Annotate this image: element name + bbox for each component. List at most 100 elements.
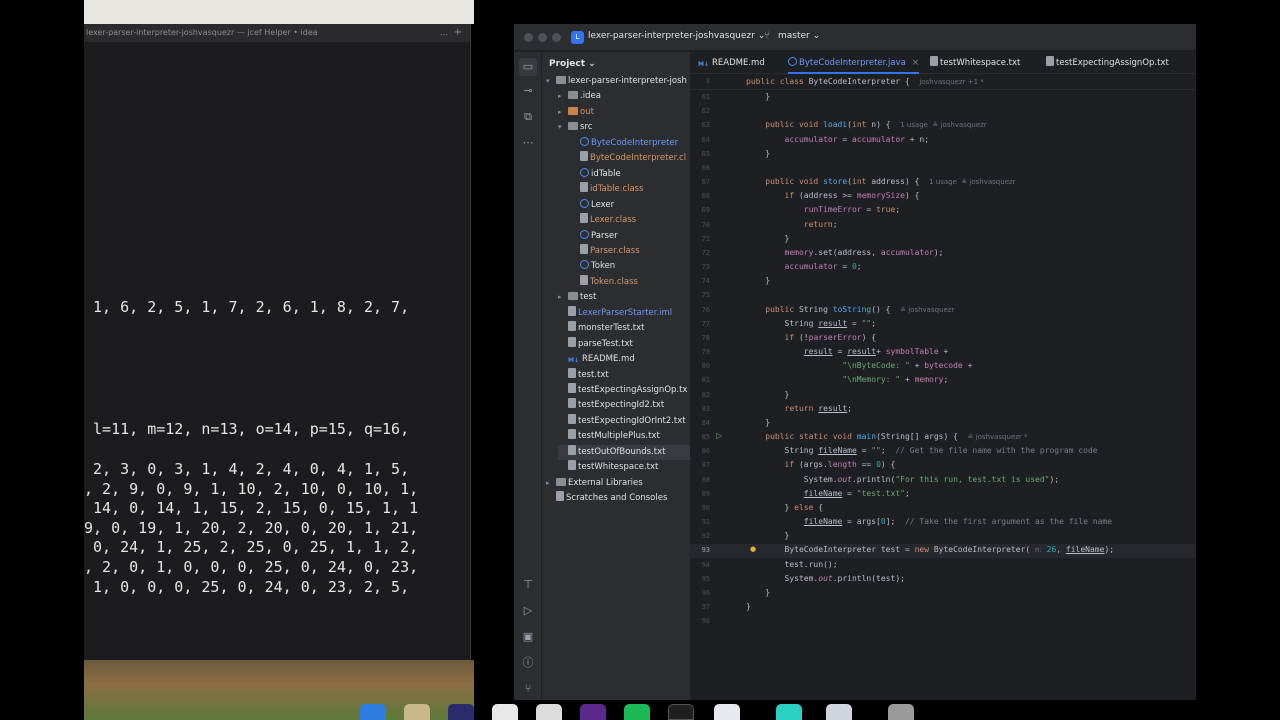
code-line[interactable]: String fileName = ""; // Get the file na… [746,446,1098,455]
tree-item[interactable]: M↓ README.md [558,352,690,367]
code-line[interactable]: System.out.println("For this run, test.t… [746,475,1059,484]
tree-item[interactable]: testOutOfBounds.txt [558,444,690,460]
structure-tool-icon[interactable]: ⧉ [521,110,535,124]
code-line[interactable]: } else { [746,503,824,512]
tree-item[interactable]: idTable [570,167,690,182]
chevron-down-icon[interactable]: ▾ [558,120,568,135]
sticky-header[interactable]: 3 public class ByteCodeInterpreter { jos… [690,74,1196,90]
code-line[interactable]: return; [746,220,838,229]
terminal-menu-icon[interactable]: ... [440,24,448,42]
code-line[interactable]: fileName = args[0]; // Take the first ar… [746,517,1112,526]
window-minimize-button[interactable] [538,33,547,42]
code-line[interactable]: } [746,234,790,243]
code-editor[interactable]: 3 public class ByteCodeInterpreter { jos… [690,74,1196,700]
ide-window[interactable]: L lexer-parser-interpreter-joshvasquezr … [514,24,1196,700]
tree-item[interactable]: testExpectingIdOrInt2.txt [558,413,690,429]
project-selector[interactable]: lexer-parser-interpreter-joshvasquezr ⌄ [588,31,765,41]
code-line[interactable]: } [746,418,770,427]
tree-item[interactable]: Lexer [570,198,690,213]
code-line[interactable]: runTimeError = true; [746,205,900,214]
tree-item[interactable]: ByteCodeInterpreter [570,136,690,151]
code-line[interactable]: public static void main(String[] args) {… [746,432,1027,441]
branch-selector[interactable]: master ⌄ [778,31,820,41]
tree-item[interactable]: idTable.class [570,182,690,197]
code-line[interactable]: public void store(int address) { 1 usage… [746,177,1015,186]
code-line[interactable]: if (!parserError) { [746,333,877,342]
chrome-icon[interactable] [714,704,740,720]
code-line[interactable]: System.out.println(test); [746,574,905,583]
terminal-titlebar[interactable]: lexer-parser-interpreter-joshvasquezr — … [84,24,470,42]
project-tool-icon[interactable]: ▭ [519,58,537,76]
more-tools-icon[interactable]: ⋯ [521,136,535,150]
terminal-window[interactable]: lexer-parser-interpreter-joshvasquezr — … [84,24,471,660]
build-tool-icon[interactable]: ⊤ [521,578,535,592]
code-line[interactable]: accumulator = 0; [746,262,862,271]
tree-item[interactable]: ▸ External Libraries [546,476,690,491]
code-line[interactable]: } [746,92,770,101]
preview-icon[interactable] [536,704,562,720]
window-zoom-button[interactable] [552,33,561,42]
spotify-icon[interactable] [624,704,650,720]
tree-item[interactable]: ▸ .idea [558,89,690,104]
tree-item[interactable]: testExpectingAssignOp.tx [558,383,690,398]
problems-tool-icon[interactable]: ⓘ [521,656,535,670]
terminal-app-icon[interactable] [668,704,694,720]
tree-item[interactable]: ▾ lexer-parser-interpreter-josh [546,74,690,89]
code-line[interactable]: } [746,602,751,611]
app-icon[interactable] [776,704,802,720]
code-line[interactable]: accumulator = accumulator + n; [746,135,930,144]
new-tab-icon[interactable]: + [454,24,462,42]
chevron-right-icon[interactable]: ▸ [546,476,556,491]
run-tool-icon[interactable]: ▷ [521,604,535,618]
project-panel-title[interactable]: Project ⌄ [549,59,596,69]
tree-item[interactable]: Token.class [570,274,690,290]
chevron-right-icon[interactable]: ▸ [558,105,568,120]
commit-tool-icon[interactable]: ⊸ [521,84,535,98]
code-line[interactable]: memory.set(address, accumulator); [746,248,944,257]
tree-item[interactable]: ▸ out [558,105,690,120]
tree-item[interactable]: ▸ test [558,290,690,305]
code-line[interactable]: ByteCodeInterpreter test = new ByteCodeI… [746,545,1115,554]
code-line[interactable]: } [746,588,770,597]
tree-item[interactable]: Parser.class [570,243,690,259]
finder-icon[interactable] [360,704,386,720]
code-line[interactable]: if (args.length == 0) { [746,460,896,469]
tree-item[interactable]: testMultiplePlus.txt [558,429,690,444]
code-line[interactable]: test.run(); [746,560,838,569]
editor-tab[interactable]: testWhitespace.txt [930,52,1020,74]
code-line[interactable]: "\nByteCode: " + bytecode + [746,361,972,370]
tree-item[interactable]: testExpectingId2.txt [558,398,690,413]
git-tool-icon[interactable]: ⑂ [521,682,535,696]
code-line[interactable]: } [746,390,790,399]
app-icon[interactable] [826,704,852,720]
editor-tab[interactable]: ByteCodeInterpreter.java × [788,52,919,74]
tree-item[interactable]: Token [570,259,690,274]
chevron-down-icon[interactable]: ▾ [546,74,556,89]
code-line[interactable]: } [746,276,770,285]
tree-item[interactable]: Parser [570,229,690,244]
close-icon[interactable]: × [912,58,919,68]
code-line[interactable]: if (address >= memorySize) { [746,191,920,200]
launchpad-icon[interactable] [404,704,430,720]
lightbulb-icon[interactable]: ● [750,545,756,553]
tree-item[interactable]: LexerParserStarter.iml [558,305,690,321]
chevron-right-icon[interactable]: ▸ [558,290,568,305]
code-line[interactable]: public String toString() { ≗ joshvasquez… [746,305,954,314]
code-line[interactable]: return result; [746,404,852,413]
tree-item[interactable]: Scratches and Consoles [546,491,690,506]
tree-item[interactable]: monsterTest.txt [558,321,690,336]
window-close-button[interactable] [524,33,533,42]
ide-titlebar[interactable]: L lexer-parser-interpreter-joshvasquezr … [514,24,1196,51]
notes-icon[interactable] [492,704,518,720]
code-line[interactable]: fileName = "test.txt"; [746,489,910,498]
code-line[interactable]: "\nMemory: " + memory; [746,375,948,384]
code-line[interactable]: String result = ""; [746,319,877,328]
editor-tab[interactable]: testExpectingAssignOp.txt [1046,52,1169,74]
terminal-tool-icon[interactable]: ▣ [521,630,535,644]
code-line[interactable]: } [746,149,770,158]
tree-item[interactable]: ▾ src [558,120,690,135]
intellij-icon[interactable] [448,704,474,720]
run-gutter-icon[interactable]: ▷ [716,431,722,440]
chevron-right-icon[interactable]: ▸ [558,89,568,104]
code-line[interactable]: public void loadi(int n) { 1 usage ≗ jos… [746,120,986,129]
